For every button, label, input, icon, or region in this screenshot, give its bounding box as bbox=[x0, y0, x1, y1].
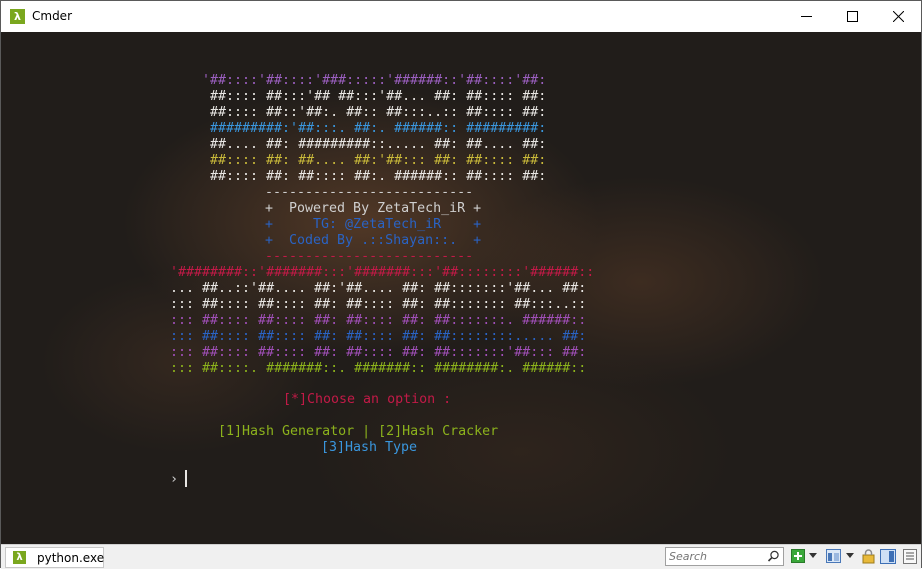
haso-ascii-banner: '##::::'##::::'###:::::'######::'##::::'… bbox=[202, 73, 546, 185]
ascii-banner-line: ::: ##:::: ##:::: ##: ##:::: ##: ##:::::… bbox=[170, 329, 587, 344]
ascii-banner-line: ::: ##:::: ##:::: ##: ##:::: ##: ##:::::… bbox=[170, 297, 587, 312]
terminal-console[interactable]: '##::::'##::::'###:::::'######::'##::::'… bbox=[1, 32, 921, 544]
close-button[interactable] bbox=[875, 1, 921, 32]
maximize-icon bbox=[846, 11, 858, 22]
ascii-banner-line: ::: ##:::: ##:::: ##: ##:::: ##: ##:::::… bbox=[170, 345, 587, 360]
powered-by-line: + Powered By ZetaTech_iR + bbox=[265, 201, 482, 216]
ascii-banner-line: '##::::'##::::'###:::::'######::'##::::'… bbox=[202, 73, 547, 88]
prompt-symbol: › bbox=[170, 472, 179, 487]
dropdown-arrow-icon[interactable] bbox=[809, 553, 817, 558]
lock-icon[interactable] bbox=[862, 549, 875, 564]
choose-option-prompt: [*]Choose an option : bbox=[283, 392, 452, 407]
telegram-line: + TG: @ZetaTech_iR + bbox=[265, 217, 482, 232]
lambda-tab-icon: λ bbox=[13, 551, 26, 564]
status-bar: λ python.exe bbox=[1, 544, 921, 569]
menu-option-hash-type: [3]Hash Type bbox=[321, 440, 418, 455]
search-input[interactable] bbox=[669, 549, 765, 564]
ascii-banner-line: ##:::: ##: ##:::: ##:. ######:: ##:::: #… bbox=[202, 169, 547, 184]
ascii-banner-line: ##:::: ##:::'## ##:::'##... ##: ##:::: #… bbox=[202, 89, 547, 104]
title-bar[interactable]: λ Cmder bbox=[1, 1, 921, 32]
ascii-banner-line: ##.... ##: #########::..... ##: ##.... #… bbox=[202, 137, 547, 152]
separator-bottom: -------------------------- bbox=[265, 249, 474, 264]
ascii-banner-line: ::: ##:::: ##:::: ##: ##:::: ##: ##:::::… bbox=[170, 313, 587, 328]
ascii-banner-line: '########::'#######:::'#######:::'##::::… bbox=[170, 265, 595, 280]
menu-icon[interactable] bbox=[903, 549, 917, 564]
credits-block: -------------------------- + Powered By Z… bbox=[265, 185, 481, 265]
maximize-button[interactable] bbox=[829, 1, 875, 32]
search-box[interactable] bbox=[665, 547, 784, 566]
lambda-app-icon[interactable]: λ bbox=[10, 9, 25, 24]
tab-label: python.exe bbox=[37, 551, 105, 565]
minimize-button[interactable] bbox=[783, 1, 829, 32]
dropdown-arrow-icon[interactable] bbox=[846, 553, 854, 558]
separator-top: -------------------------- bbox=[265, 185, 474, 200]
ascii-banner-line: ::: ##::::. #######::. #######:: #######… bbox=[170, 361, 587, 376]
tools-ascii-banner: '########::'#######:::'#######:::'##::::… bbox=[170, 265, 594, 377]
text-cursor[interactable] bbox=[185, 470, 187, 487]
window-title: Cmder bbox=[32, 9, 73, 23]
add-console-icon[interactable] bbox=[791, 549, 805, 563]
search-icon[interactable] bbox=[767, 550, 780, 563]
menu-options-line: [1]Hash Generator | [2]Hash Cracker bbox=[218, 424, 499, 439]
minimize-icon bbox=[800, 16, 812, 17]
close-icon bbox=[892, 11, 904, 22]
cmder-window: λ Cmder '##::::'##::::'###:::::'######::… bbox=[0, 0, 922, 569]
ascii-banner-line: ##:::: ##::'##:. ##:: ##:::..:: ##:::: #… bbox=[202, 105, 547, 120]
console-tab[interactable]: λ python.exe bbox=[5, 547, 104, 568]
split-view-icon[interactable] bbox=[880, 549, 896, 564]
ascii-banner-line: #########:'##:::. ##:. ######:: ########… bbox=[202, 121, 547, 136]
layout-icon[interactable] bbox=[826, 549, 841, 563]
ascii-banner-line: ##:::: ##: ##.... ##:'##::: ##: ##:::: #… bbox=[202, 153, 547, 168]
ascii-banner-line: ... ##..::'##.... ##:'##.... ##: ##:::::… bbox=[170, 281, 587, 296]
coded-by-line: + Coded By .::Shayan::. + bbox=[265, 233, 482, 248]
